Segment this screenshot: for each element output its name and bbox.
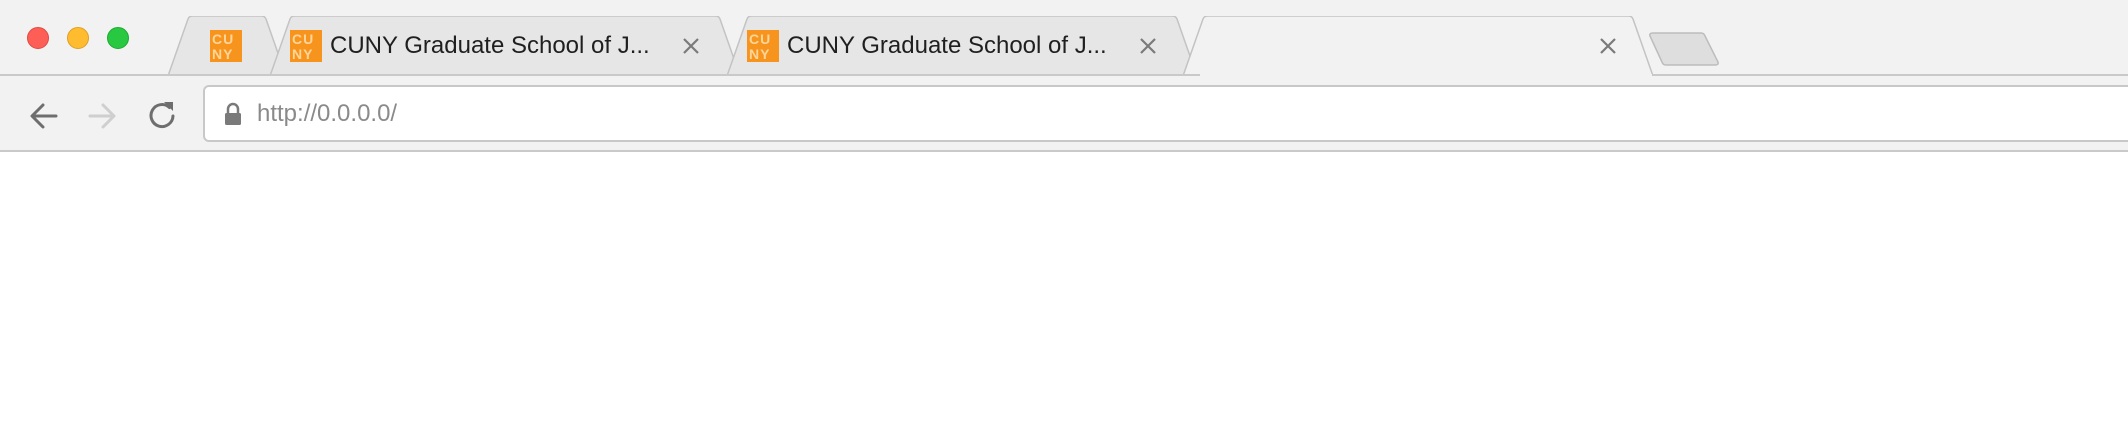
close-icon[interactable] [1138,36,1158,56]
tab-cuny-1[interactable]: CU NY CUNY Graduate School of J... [270,16,740,76]
window-minimize-button[interactable] [67,27,89,49]
arrow-right-icon[interactable] [82,96,122,136]
cuny-favicon-icon: CU NY [747,30,779,62]
tab-shape [1183,16,1653,78]
window-close-button[interactable] [27,27,49,49]
window-maximize-button[interactable] [107,27,129,49]
tab-title: CUNY Graduate School of J... [330,32,650,59]
address-bar[interactable]: http://0.0.0.0/ [203,85,2128,142]
tab-pinned-cuny[interactable]: CU NY [168,16,286,76]
new-tab-button[interactable] [1648,32,1720,66]
tab-active-blank[interactable] [1183,16,1653,78]
arrow-left-icon[interactable] [24,96,64,136]
cuny-favicon-icon: CU NY [290,30,322,62]
close-icon[interactable] [1598,36,1618,56]
page-content [0,152,2128,432]
close-icon[interactable] [681,36,701,56]
reload-icon[interactable] [142,96,182,136]
url-text[interactable]: http://0.0.0.0/ [257,98,397,130]
cuny-favicon-icon: CU NY [210,30,242,62]
tab-title: CUNY Graduate School of J... [787,32,1107,59]
lock-icon [225,102,241,125]
tab-cuny-2[interactable]: CU NY CUNY Graduate School of J... [727,16,1197,76]
